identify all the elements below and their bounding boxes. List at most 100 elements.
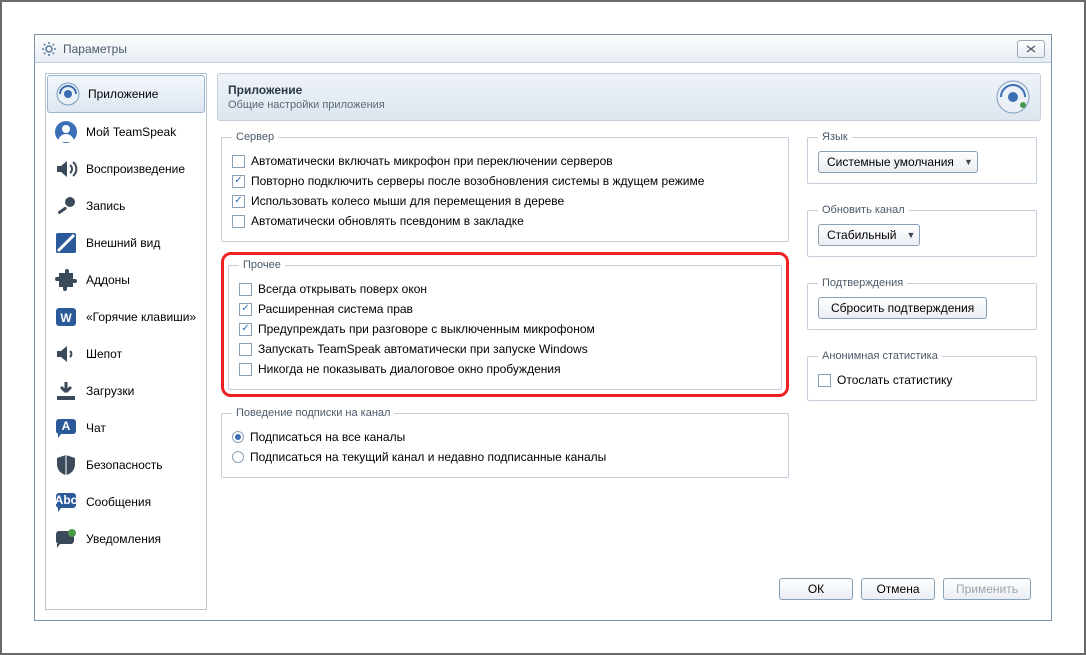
checkbox-send-stats[interactable] <box>818 374 831 387</box>
language-legend: Язык <box>818 131 852 143</box>
subscribe-group: Поведение подписки на канал Подписаться … <box>221 407 789 478</box>
checkbox-advanced-perms[interactable]: ✓ <box>239 303 252 316</box>
language-combo[interactable]: Системные умолчания ▼ <box>818 151 978 173</box>
sidebar-item-addons[interactable]: Аддоны <box>46 262 206 299</box>
sidebar-item-label: Внешний вид <box>86 236 160 250</box>
page-title: Приложение <box>228 83 385 97</box>
sidebar-item-hotkeys[interactable]: W «Горячие клавиши» <box>46 299 206 336</box>
app-icon <box>56 82 80 106</box>
ok-button[interactable]: ОК <box>779 578 853 600</box>
shield-icon <box>54 453 78 477</box>
page-subtitle: Общие настройки приложения <box>228 99 385 111</box>
speaker-icon <box>54 157 78 181</box>
user-icon <box>54 120 78 144</box>
server-group: Сервер Автоматически включать микрофон п… <box>221 131 789 242</box>
confirm-legend: Подтверждения <box>818 277 907 289</box>
sidebar-item-label: Аддоны <box>86 273 130 287</box>
checkbox-label: Расширенная система прав <box>258 302 413 316</box>
checkbox-label: Использовать колесо мыши для перемещения… <box>251 194 564 208</box>
sidebar-item-label: Загрузки <box>86 384 134 398</box>
sidebar-item-security[interactable]: Безопасность <box>46 447 206 484</box>
word-icon: W <box>54 305 78 329</box>
sidebar-item-label: Воспроизведение <box>86 162 185 176</box>
radio-subscribe-all[interactable] <box>232 431 244 443</box>
sidebar-item-label: Мой TeamSpeak <box>86 125 176 139</box>
whisper-icon <box>54 342 78 366</box>
sidebar-item-downloads[interactable]: Загрузки <box>46 373 206 410</box>
page-header: Приложение Общие настройки приложения <box>217 73 1041 121</box>
anon-legend: Анонимная статистика <box>818 350 942 362</box>
checkbox-update-nick[interactable] <box>232 215 245 228</box>
window-title: Параметры <box>63 42 127 56</box>
server-legend: Сервер <box>232 131 278 143</box>
sidebar-item-messages[interactable]: Abc Сообщения <box>46 484 206 521</box>
sidebar-item-label: Сообщения <box>86 495 151 509</box>
misc-legend: Прочее <box>239 259 285 271</box>
titlebar: Параметры <box>35 35 1051 63</box>
language-group: Язык Системные умолчания ▼ <box>807 131 1037 184</box>
checkbox-mousewheel[interactable]: ✓ <box>232 195 245 208</box>
chat-a-icon: A <box>54 416 78 440</box>
radio-label: Подписаться на все каналы <box>250 430 405 444</box>
download-icon <box>54 379 78 403</box>
sidebar-item-label: Чат <box>86 421 106 435</box>
sidebar-item-label: Шепот <box>86 347 122 361</box>
sidebar-item-myteamspeak[interactable]: Мой TeamSpeak <box>46 114 206 151</box>
checkbox-reconnect[interactable]: ✓ <box>232 175 245 188</box>
highlighted-region: Прочее Всегда открывать поверх окон ✓ Рас… <box>221 252 789 397</box>
update-channel-combo[interactable]: Стабильный ▼ <box>818 224 920 246</box>
notify-icon <box>54 527 78 551</box>
abc-icon: Abc <box>54 490 78 514</box>
sidebar-item-chat[interactable]: A Чат <box>46 410 206 447</box>
sidebar-item-label: Уведомления <box>86 532 161 546</box>
checkbox-label: Отослать статистику <box>837 373 952 387</box>
sidebar-item-application[interactable]: Приложение <box>47 75 205 113</box>
teamspeak-logo-icon <box>996 80 1030 114</box>
svg-text:Abc: Abc <box>55 493 78 507</box>
cancel-button[interactable]: Отмена <box>861 578 935 600</box>
checkbox-label: Предупреждать при разговоре с выключенны… <box>258 322 595 336</box>
sidebar-item-label: Запись <box>86 199 125 213</box>
settings-window: Параметры Приложение Мой TeamSpeak Воспр… <box>34 34 1052 621</box>
close-button[interactable] <box>1017 40 1045 58</box>
chevron-down-icon: ▼ <box>907 230 916 240</box>
sidebar-item-playback[interactable]: Воспроизведение <box>46 151 206 188</box>
combo-value: Стабильный <box>827 228 897 242</box>
checkbox-never-wake-dialog[interactable] <box>239 363 252 376</box>
checkbox-label: Автоматически включать микрофон при пере… <box>251 154 613 168</box>
checkbox-auto-mic[interactable] <box>232 155 245 168</box>
update-legend: Обновить канал <box>818 204 909 216</box>
checkbox-label: Никогда не показывать диалоговое окно пр… <box>258 362 561 376</box>
sidebar: Приложение Мой TeamSpeak Воспроизведение… <box>45 73 207 610</box>
dialog-footer: ОК Отмена Применить <box>217 570 1041 610</box>
misc-group: Прочее Всегда открывать поверх окон ✓ Рас… <box>228 259 782 390</box>
checkbox-warn-mic-muted[interactable]: ✓ <box>239 323 252 336</box>
checkbox-label: Автоматически обновлять псевдоним в закл… <box>251 214 524 228</box>
checkbox-label: Повторно подключить серверы после возобн… <box>251 174 704 188</box>
sidebar-item-whisper[interactable]: Шепот <box>46 336 206 373</box>
radio-subscribe-current[interactable] <box>232 451 244 463</box>
design-icon <box>54 231 78 255</box>
mic-icon <box>54 194 78 218</box>
sidebar-item-capture[interactable]: Запись <box>46 188 206 225</box>
checkbox-label: Запускать TeamSpeak автоматически при за… <box>258 342 588 356</box>
sidebar-item-label: Приложение <box>88 87 158 101</box>
checkbox-always-on-top[interactable] <box>239 283 252 296</box>
sidebar-item-design[interactable]: Внешний вид <box>46 225 206 262</box>
apply-button[interactable]: Применить <box>943 578 1031 600</box>
checkbox-label: Всегда открывать поверх окон <box>258 282 427 296</box>
reset-confirmations-button[interactable]: Сбросить подтверждения <box>818 297 987 319</box>
svg-text:W: W <box>60 311 72 325</box>
radio-label: Подписаться на текущий канал и недавно п… <box>250 450 606 464</box>
svg-text:A: A <box>62 419 71 433</box>
gear-icon <box>41 41 57 57</box>
puzzle-icon <box>54 268 78 292</box>
sidebar-item-label: «Горячие клавиши» <box>86 310 196 324</box>
anon-stats-group: Анонимная статистика Отослать статистику <box>807 350 1037 401</box>
sidebar-item-notifications[interactable]: Уведомления <box>46 521 206 558</box>
chevron-down-icon: ▼ <box>964 157 973 167</box>
update-channel-group: Обновить канал Стабильный ▼ <box>807 204 1037 257</box>
confirmations-group: Подтверждения Сбросить подтверждения <box>807 277 1037 330</box>
checkbox-autostart[interactable] <box>239 343 252 356</box>
sidebar-item-label: Безопасность <box>86 458 163 472</box>
